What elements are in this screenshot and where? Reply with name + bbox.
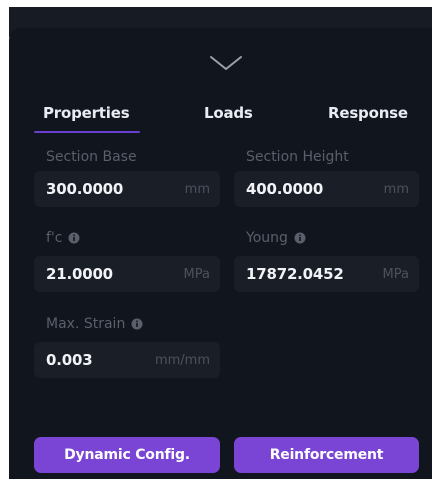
young-value: 17872.0452: [246, 265, 344, 283]
section-height-label-text: Section Height: [246, 149, 349, 165]
dynamic-config-button[interactable]: Dynamic Config.: [34, 437, 220, 473]
info-icon[interactable]: [68, 232, 80, 244]
young-unit: MPa: [382, 266, 409, 282]
fc-label-text: f'c: [46, 230, 63, 246]
section-base-input[interactable]: 300.0000 mm: [34, 171, 220, 207]
collapse-button[interactable]: [206, 52, 246, 74]
section-height-input[interactable]: 400.0000 mm: [234, 171, 419, 207]
max-strain-value: 0.003: [46, 351, 93, 369]
tab-loads[interactable]: Loads: [204, 104, 253, 122]
max-strain-label-text: Max. Strain: [46, 316, 126, 332]
fc-value: 21.0000: [46, 265, 113, 283]
max-strain-label: Max. Strain: [46, 316, 143, 332]
info-icon[interactable]: [131, 318, 143, 330]
tab-properties[interactable]: Properties: [43, 104, 130, 122]
info-icon[interactable]: [294, 232, 306, 244]
fc-input[interactable]: 21.0000 MPa: [34, 256, 220, 292]
section-base-unit: mm: [184, 181, 210, 197]
young-input[interactable]: 17872.0452 MPa: [234, 256, 419, 292]
properties-panel: [9, 28, 432, 479]
active-tab-indicator: [34, 131, 140, 133]
reinforcement-button[interactable]: Reinforcement: [234, 437, 419, 473]
young-label-text: Young: [246, 230, 288, 246]
fc-unit: MPa: [183, 266, 210, 282]
section-height-value: 400.0000: [246, 180, 324, 198]
max-strain-input[interactable]: 0.003 mm/mm: [34, 342, 220, 378]
tab-response[interactable]: Response: [328, 104, 408, 122]
fc-label: f'c: [46, 230, 80, 246]
section-height-unit: mm: [383, 181, 409, 197]
chevron-down-icon: [210, 56, 242, 70]
section-base-label: Section Base: [46, 149, 137, 165]
section-base-label-text: Section Base: [46, 149, 137, 165]
max-strain-unit: mm/mm: [154, 352, 210, 368]
tab-bar: Properties Loads Response: [34, 100, 419, 136]
section-base-value: 300.0000: [46, 180, 124, 198]
young-label: Young: [246, 230, 306, 246]
section-height-label: Section Height: [246, 149, 349, 165]
